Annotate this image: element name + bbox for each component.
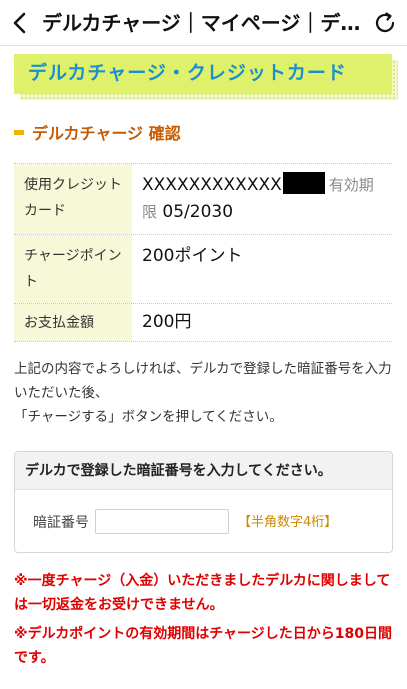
pin-label: 暗証番号 [33,515,89,531]
card-value: XXXXXXXXXXXX 有効期限 05/2030 [132,164,392,234]
table-row: 使用クレジットカード XXXXXXXXXXXX 有効期限 05/2030 [14,164,392,235]
validity-notice: ※デルカポイントの有効期間はチャージした日から180日間です。 [14,626,392,666]
reload-icon [375,12,395,33]
table-row: チャージポイント 200ポイント [14,235,392,304]
expiry-value: 05/2030 [162,202,234,222]
confirmation-table: 使用クレジットカード XXXXXXXXXXXX 有効期限 05/2030 チャージ… [14,163,392,342]
card-label: 使用クレジットカード [14,164,132,234]
amount-label: お支払金額 [14,304,132,341]
table-row: お支払金額 200円 [14,304,392,342]
card-number: XXXXXXXXXXXX [142,175,282,195]
points-label: チャージポイント [14,235,132,303]
section-heading: デルカチャージ 確認 [14,121,181,143]
instruction-line-2: 「チャージする」ボタンを押してください。 [14,409,283,425]
chevron-left-icon [13,12,26,34]
banner: デルカチャージ・クレジットカード [14,54,392,94]
reload-button[interactable] [371,9,399,37]
pin-input[interactable] [95,509,229,534]
amount-value: 200円 [142,312,192,332]
pin-hint: 【半角数字4桁】 [238,515,338,530]
points-value: 200ポイント [142,246,243,266]
page-title: デルカチャージ｜マイページ｜デ… [42,11,360,35]
section-marker [14,129,24,135]
masked-digits [282,172,325,194]
instruction-text: 上記の内容でよろしければ、デルカで登録した暗証番号を入力いただいた後、 「チャー… [14,357,394,429]
pin-header: デルカで登録した暗証番号を入力してください。 [15,452,392,490]
instruction-line-1: 上記の内容でよろしければ、デルカで登録した暗証番号を入力いただいた後、 [14,361,392,401]
refund-notice: ※一度チャージ（入金）いただきましたデルカに関しましては一切返金をお受けできませ… [14,573,391,613]
banner-title: デルカチャージ・クレジットカード [28,62,347,84]
top-bar: デルカチャージ｜マイページ｜デ… [0,0,407,46]
pin-entry-box: デルカで登録した暗証番号を入力してください。 暗証番号 【半角数字4桁】 [14,451,393,553]
back-button[interactable] [4,6,36,40]
section-title: デルカチャージ 確認 [32,124,181,143]
